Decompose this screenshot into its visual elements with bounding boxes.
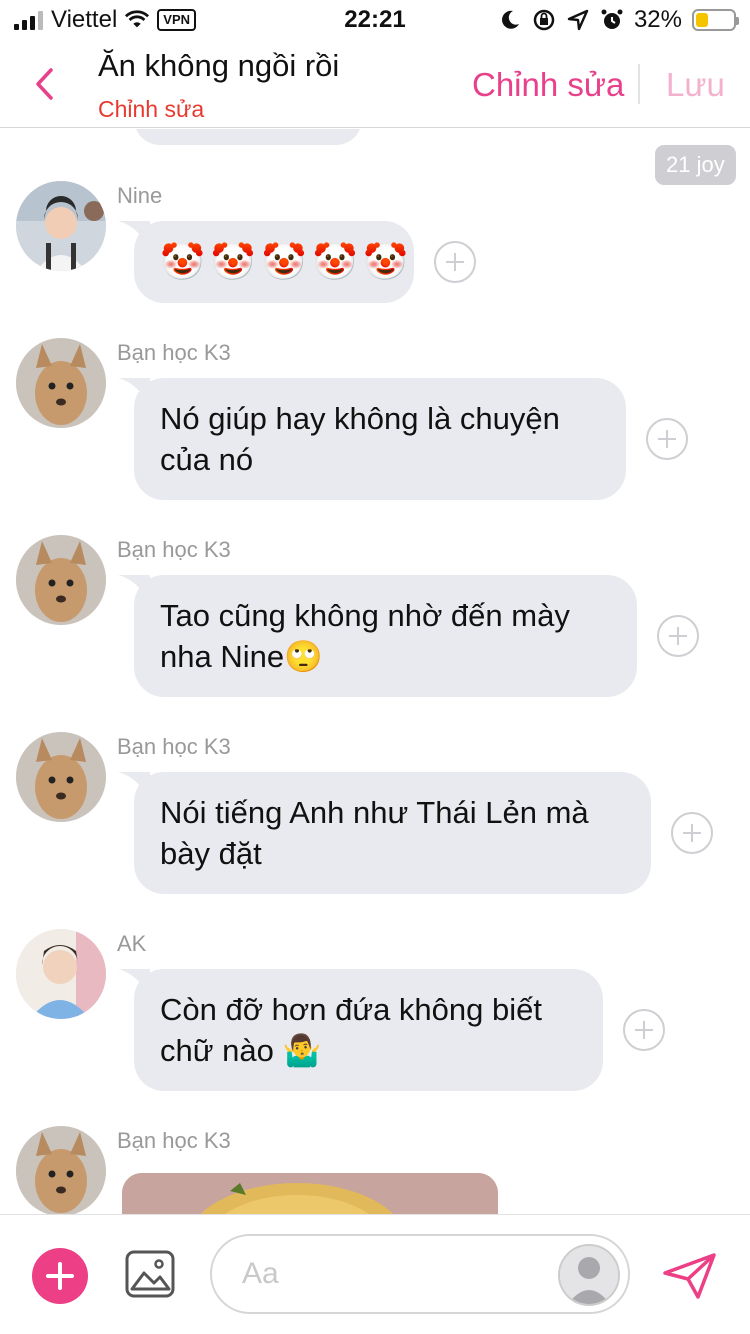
previous-message-bubble[interactable] [134, 129, 362, 145]
gallery-button[interactable] [124, 1249, 176, 1299]
chat-title[interactable]: Ăn không ngồi rồi [98, 48, 339, 84]
status-bar: Viettel VPN 22:21 32% [0, 0, 750, 40]
edit-button[interactable]: Chỉnh sửa [472, 66, 624, 104]
battery-icon [692, 9, 739, 31]
message-bubble[interactable]: Còn đỡ hơn đứa không biết chữ nào 🤷‍♂️ [134, 969, 603, 1091]
user-silhouette-icon [560, 1246, 618, 1304]
avatar[interactable] [16, 732, 106, 822]
header-divider [638, 64, 640, 104]
plus-icon [658, 430, 676, 448]
avatar[interactable] [16, 535, 106, 625]
avatar[interactable] [16, 1126, 106, 1214]
chat-header: Ăn không ngồi rồi Chỉnh sửa Chỉnh sửa Lư… [0, 40, 750, 128]
message-bubble[interactable]: Tao cũng không nhờ đến mày nha Nine🙄 [134, 575, 637, 697]
clown-emoji: 🤡 [363, 241, 409, 282]
chevron-left-icon [36, 68, 53, 100]
add-reaction-button[interactable] [434, 241, 476, 283]
sender-name: Bạn học K3 [117, 537, 231, 562]
message-bubble[interactable]: Nó giúp hay không là chuyện của nó [134, 378, 626, 500]
back-button[interactable] [26, 62, 62, 106]
reaction-count-badge[interactable]: 21 joy [655, 145, 736, 185]
location-icon [566, 8, 590, 32]
image-icon [125, 1250, 175, 1298]
rotation-lock-icon [532, 8, 556, 32]
message-text: Tao cũng không nhờ đến mày nha Nine🙄 [160, 598, 570, 674]
message-text: Còn đỡ hơn đứa không biết chữ nào 🤷‍♂️ [160, 992, 542, 1068]
add-reaction-button[interactable] [623, 1009, 665, 1051]
sticker-avatar-button[interactable] [558, 1244, 620, 1306]
avatar-photo-icon [16, 181, 106, 271]
send-button[interactable] [662, 1251, 718, 1301]
composer-bar: Aa [0, 1214, 750, 1334]
sender-name: Bạn học K3 [117, 1128, 231, 1153]
message-text: Nói tiếng Anh như Thái Lẻn mà bày đặt [160, 795, 589, 871]
clown-emoji: 🤡 [312, 241, 358, 282]
plus-icon [669, 627, 687, 645]
message-bubble[interactable]: 🤡 🤡 🤡 🤡 🤡 [134, 221, 414, 303]
add-reaction-button[interactable] [671, 812, 713, 854]
avatar[interactable] [16, 181, 106, 271]
image-message[interactable] [122, 1173, 498, 1214]
message-bubble[interactable]: Nói tiếng Anh như Thái Lẻn mà bày đặt [134, 772, 651, 894]
avatar[interactable] [16, 338, 106, 428]
moon-icon [498, 8, 522, 32]
message-list[interactable]: 21 joy Nine 🤡 🤡 🤡 🤡 🤡 Bạn học K3 Nó giúp… [0, 129, 750, 1214]
emoji-row: 🤡 🤡 🤡 🤡 🤡 [134, 221, 414, 303]
message-input[interactable]: Aa [210, 1234, 630, 1314]
sender-name: Bạn học K3 [117, 734, 231, 759]
sender-name: Bạn học K3 [117, 340, 231, 365]
clown-emoji: 🤡 [160, 241, 205, 282]
plus-icon [635, 1021, 653, 1039]
avatar[interactable] [16, 929, 106, 1019]
chat-subtitle[interactable]: Chỉnh sửa [98, 96, 204, 123]
plus-icon [46, 1262, 74, 1290]
add-reaction-button[interactable] [646, 418, 688, 460]
input-placeholder: Aa [242, 1257, 279, 1290]
message-text: Nó giúp hay không là chuyện của nó [160, 401, 560, 477]
dog-avatar-icon [16, 535, 106, 625]
dog-avatar-icon [16, 338, 106, 428]
more-actions-button[interactable] [32, 1248, 88, 1304]
battery-percent: 32% [633, 6, 682, 33]
sender-name: AK [117, 931, 147, 956]
clown-emoji: 🤡 [210, 241, 256, 282]
send-icon [663, 1253, 716, 1299]
alarm-icon [600, 8, 624, 32]
avatar-photo-icon [16, 929, 106, 1019]
image-preview [122, 1173, 498, 1214]
sender-name: Nine [117, 183, 163, 208]
save-button[interactable]: Lưu [666, 66, 725, 104]
plus-icon [683, 824, 701, 842]
add-reaction-button[interactable] [657, 615, 699, 657]
battery-level [696, 13, 708, 27]
dog-avatar-icon [16, 1126, 106, 1214]
status-right: 32% [498, 6, 739, 34]
dog-avatar-icon [16, 732, 106, 822]
plus-icon [446, 253, 464, 271]
clown-emoji: 🤡 [261, 241, 307, 282]
